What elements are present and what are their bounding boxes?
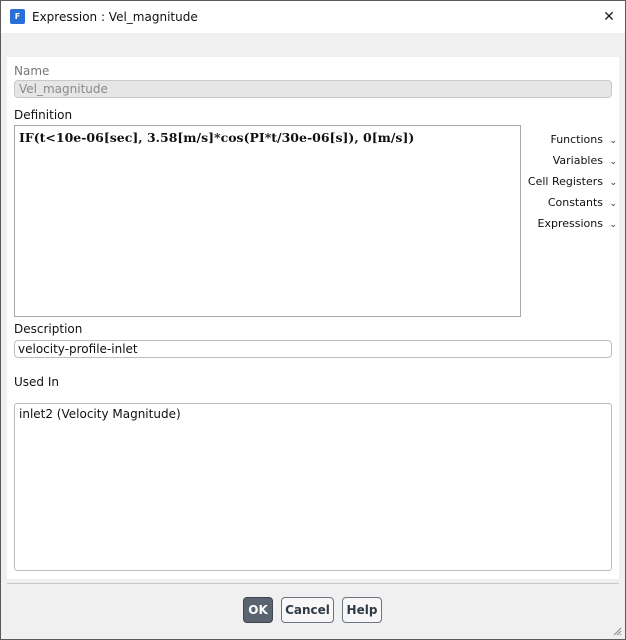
functions-label: Functions [550, 133, 603, 146]
used-in-label: Used In [14, 375, 59, 389]
resize-grip-icon[interactable] [612, 626, 622, 636]
expressions-label: Expressions [537, 217, 603, 230]
title-bar: F Expression : Vel_magnitude ✕ [1, 1, 625, 33]
name-field: Vel_magnitude [14, 80, 612, 98]
expression-dialog: F Expression : Vel_magnitude ✕ Name Vel_… [0, 0, 626, 640]
cell-registers-label: Cell Registers [527, 175, 603, 188]
variables-menu-button[interactable]: Variables ⌄ [553, 154, 617, 172]
chevron-down-icon: ⌄ [609, 178, 617, 188]
list-item[interactable]: inlet2 (Velocity Magnitude) [19, 407, 607, 421]
definition-label: Definition [14, 108, 73, 122]
chevron-down-icon: ⌄ [609, 136, 617, 146]
name-label: Name [14, 64, 50, 78]
close-icon[interactable]: ✕ [593, 1, 625, 33]
chevron-down-icon: ⌄ [609, 157, 617, 167]
window-title: Expression : Vel_magnitude [32, 10, 198, 24]
dialog-body: Name Vel_magnitude Definition IF(t<10e-0… [7, 57, 619, 579]
definition-editor[interactable]: IF(t<10e-06[sec], 3.58[m/s]*cos(PI*t/30e… [14, 125, 521, 317]
used-in-list[interactable]: inlet2 (Velocity Magnitude) [14, 403, 612, 571]
variables-label: Variables [552, 154, 603, 167]
app-icon: F [10, 9, 25, 24]
description-field[interactable]: velocity-profile-inlet [14, 340, 612, 358]
ok-button[interactable]: OK [243, 597, 273, 623]
cell-registers-menu-button[interactable]: Cell Registers ⌄ [528, 175, 617, 193]
expressions-menu-button[interactable]: Expressions ⌄ [538, 217, 617, 235]
constants-label: Constants [547, 196, 603, 209]
button-separator [7, 583, 619, 584]
chevron-down-icon: ⌄ [609, 199, 617, 209]
constants-menu-button[interactable]: Constants ⌄ [548, 196, 617, 214]
functions-menu-button[interactable]: Functions ⌄ [550, 133, 617, 151]
description-label: Description [14, 322, 83, 336]
chevron-down-icon: ⌄ [609, 220, 617, 230]
cancel-button[interactable]: Cancel [281, 597, 334, 623]
help-button[interactable]: Help [342, 597, 382, 623]
